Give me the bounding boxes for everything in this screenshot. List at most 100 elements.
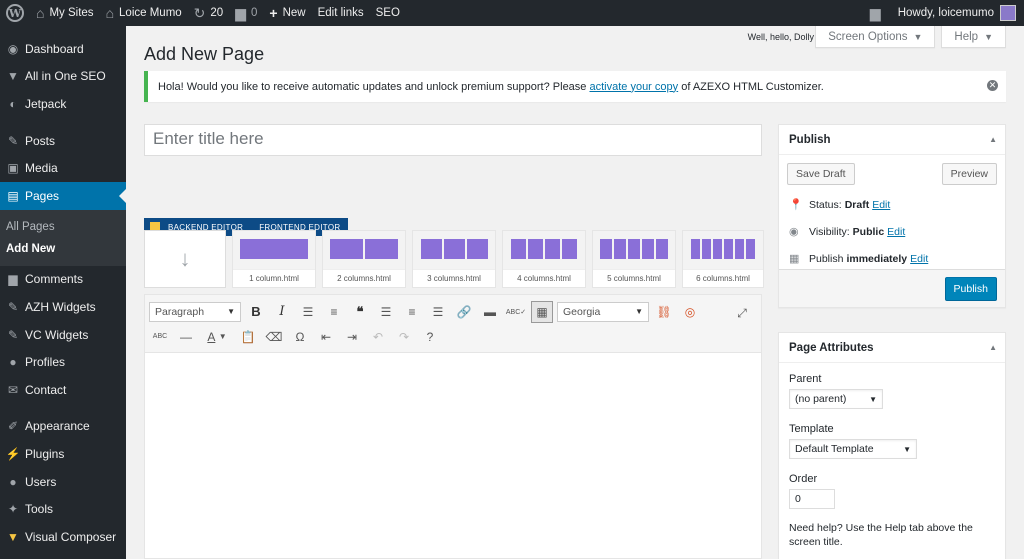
spellcheck-button[interactable]: ABC✓ bbox=[505, 301, 527, 323]
unlink-button[interactable]: ⛓ bbox=[653, 301, 675, 323]
keyboard-help-button[interactable]: ? bbox=[419, 326, 441, 348]
paste-text-button[interactable]: 📋 bbox=[237, 326, 259, 348]
text-color-button[interactable]: A ▼ bbox=[201, 326, 233, 348]
sidebar-item-appearance[interactable]: ✐ Appearance bbox=[0, 413, 126, 441]
bullet-list-button[interactable]: ☰ bbox=[297, 301, 319, 323]
sidebar-item-all-in-one-seo[interactable]: ▼ All in One SEO bbox=[0, 63, 126, 91]
activate-copy-link[interactable]: activate your copy bbox=[589, 81, 678, 93]
blockquote-button[interactable]: ❝ bbox=[349, 301, 371, 323]
fullscreen-button[interactable]: ⤢ bbox=[731, 302, 753, 324]
collapse-arrow-icon[interactable]: ▲ bbox=[989, 135, 997, 144]
template-5-columns[interactable]: 5 columns.html bbox=[592, 230, 676, 288]
redo-button[interactable]: ↷ bbox=[393, 326, 415, 348]
add-template-button[interactable]: ↓ bbox=[144, 230, 226, 288]
collapse-arrow-icon[interactable]: ▲ bbox=[989, 343, 997, 352]
comments-icon: ▆ bbox=[8, 272, 18, 287]
preview-button[interactable]: Preview bbox=[941, 163, 997, 185]
site-name-menu[interactable]: ⌂ Loice Mumo bbox=[100, 0, 188, 26]
sidebar-item-tools[interactable]: ✦ Tools bbox=[0, 495, 126, 523]
template-select[interactable]: Default Template ▼ bbox=[789, 439, 917, 459]
wrench-icon: ✦ bbox=[7, 502, 19, 517]
sidebar-item-azh-widgets[interactable]: ✎ AZH Widgets bbox=[0, 293, 126, 321]
caret-down-icon: ▼ bbox=[227, 307, 235, 316]
template-2-columns[interactable]: 2 columns.html bbox=[322, 230, 406, 288]
vc-icon: ▼ bbox=[7, 529, 19, 544]
template-label: Template bbox=[789, 423, 834, 435]
outdent-button[interactable]: ⇤ bbox=[315, 326, 337, 348]
brush-icon: ✐ bbox=[7, 419, 19, 434]
notification-menu[interactable]: ▆ bbox=[864, 0, 892, 26]
screen-options-button[interactable]: Screen Options ▼ bbox=[815, 26, 936, 48]
sidebar-item-users[interactable]: ● Users bbox=[0, 468, 126, 496]
updates-menu[interactable]: ↻ 20 bbox=[188, 0, 230, 26]
sidebar-item-comments[interactable]: ▆ Comments bbox=[0, 266, 126, 294]
sidebar-item-visual-composer[interactable]: ▼ Visual Composer bbox=[0, 523, 126, 551]
strikethrough-button[interactable]: ABC bbox=[149, 326, 171, 348]
align-left-button[interactable]: ☰ bbox=[375, 301, 397, 323]
wordpress-logo-icon: W bbox=[6, 4, 24, 22]
sidebar-item-contact[interactable]: ✉ Contact bbox=[0, 376, 126, 404]
main-content: Well, hello, Dolly Screen Options ▼ Help ▼… bbox=[126, 26, 1024, 559]
submenu-add-new[interactable]: Add New bbox=[0, 238, 126, 260]
clear-formatting-button[interactable]: ⌫ bbox=[263, 326, 285, 348]
editor-body[interactable] bbox=[145, 353, 761, 558]
target-button[interactable]: ◎ bbox=[679, 301, 701, 323]
calendar-icon: ▦ bbox=[789, 253, 800, 265]
align-center-button[interactable]: ≡ bbox=[401, 301, 423, 323]
status-row: 📍 Status: Draft Edit bbox=[789, 198, 891, 212]
edit-visibility-link[interactable]: Edit bbox=[887, 226, 905, 238]
wordpress-logo-menu[interactable]: W bbox=[0, 0, 30, 26]
order-input[interactable]: 0 bbox=[789, 489, 835, 509]
numbered-list-button[interactable]: ≡ bbox=[323, 301, 345, 323]
dashboard-icon: ◉ bbox=[7, 41, 19, 56]
admin-sidebar: ◉ Dashboard ▼ All in One SEO ◐ Jetpack ✎ Pos… bbox=[0, 26, 126, 559]
edit-status-link[interactable]: Edit bbox=[872, 199, 890, 211]
notification-icon: ▆ bbox=[869, 5, 881, 21]
edit-schedule-link[interactable]: Edit bbox=[910, 253, 928, 265]
template-4-columns[interactable]: 4 columns.html bbox=[502, 230, 586, 288]
publish-actions: Publish bbox=[779, 269, 1005, 307]
font-select[interactable]: Georgia ▼ bbox=[557, 301, 649, 322]
italic-button[interactable]: I bbox=[271, 301, 293, 323]
sidebar-item-profiles[interactable]: ● Profiles bbox=[0, 348, 126, 376]
sidebar-item-jetpack[interactable]: ◐ Jetpack bbox=[0, 90, 126, 118]
indent-button[interactable]: ⇥ bbox=[341, 326, 363, 348]
publish-button[interactable]: Publish bbox=[944, 276, 997, 301]
pin-icon: ✎ bbox=[7, 327, 19, 342]
page-attributes-header[interactable]: Page Attributes ▲ bbox=[779, 333, 1005, 363]
template-1-column[interactable]: 1 column.html bbox=[232, 230, 316, 288]
template-6-columns[interactable]: 6 columns.html bbox=[682, 230, 764, 288]
template-3-columns[interactable]: 3 columns.html bbox=[412, 230, 496, 288]
special-character-button[interactable]: Ω bbox=[289, 326, 311, 348]
save-draft-button[interactable]: Save Draft bbox=[787, 163, 855, 185]
parent-select[interactable]: (no parent) ▼ bbox=[789, 389, 883, 409]
sidebar-item-posts[interactable]: ✎ Posts bbox=[0, 127, 126, 155]
new-content-menu[interactable]: + New bbox=[263, 0, 311, 26]
align-right-button[interactable]: ☰ bbox=[427, 301, 449, 323]
edit-links-menu[interactable]: Edit links bbox=[312, 0, 370, 26]
sidebar-item-vc-widgets[interactable]: ✎ VC Widgets bbox=[0, 321, 126, 349]
column-preview bbox=[511, 239, 577, 259]
undo-button[interactable]: ↶ bbox=[367, 326, 389, 348]
seo-menu[interactable]: SEO bbox=[370, 0, 406, 26]
help-button[interactable]: Help ▼ bbox=[941, 26, 1006, 48]
dismiss-icon[interactable]: ✕ bbox=[987, 80, 998, 91]
sidebar-item-plugins[interactable]: ⚡ Plugins bbox=[0, 440, 126, 468]
admin-bar: W ⌂ My Sites ⌂ Loice Mumo ↻ 20 ▆ 0 + New Edit… bbox=[0, 0, 1024, 26]
read-more-button[interactable]: ▬ bbox=[479, 301, 501, 323]
horizontal-line-button[interactable]: — bbox=[175, 326, 197, 348]
format-select[interactable]: Paragraph ▼ bbox=[149, 301, 241, 322]
my-sites-menu[interactable]: ⌂ My Sites bbox=[30, 0, 100, 26]
title-input[interactable]: Enter title here bbox=[144, 124, 762, 156]
toolbar-toggle-button[interactable]: ▦ bbox=[531, 300, 553, 323]
submenu-all-pages[interactable]: All Pages bbox=[0, 216, 126, 238]
sidebar-item-media[interactable]: ▣ Media bbox=[0, 154, 126, 182]
account-menu[interactable]: Howdy, loicemumo bbox=[892, 0, 1024, 26]
comments-menu[interactable]: ▆ 0 bbox=[229, 0, 263, 26]
link-button[interactable]: 🔗 bbox=[453, 301, 475, 323]
publish-box-header[interactable]: Publish ▲ bbox=[779, 125, 1005, 155]
pages-icon: ▤ bbox=[7, 188, 19, 203]
sidebar-item-dashboard[interactable]: ◉ Dashboard bbox=[0, 35, 126, 63]
sidebar-item-pages[interactable]: ▤ Pages bbox=[0, 181, 126, 210]
bold-button[interactable]: B bbox=[245, 301, 267, 323]
